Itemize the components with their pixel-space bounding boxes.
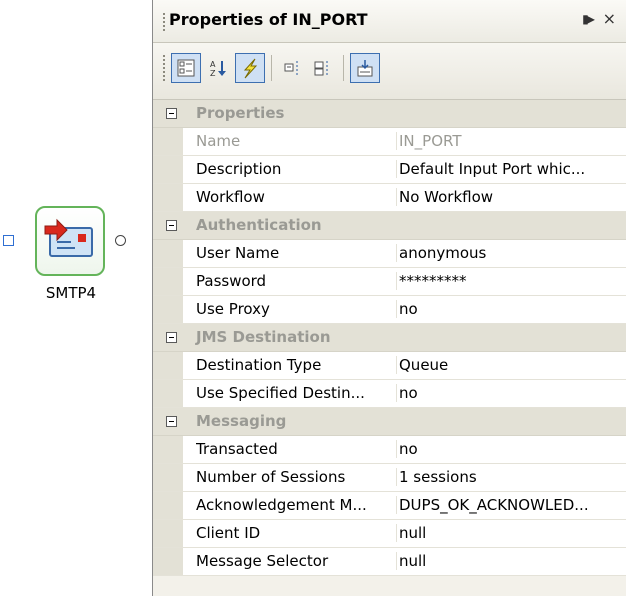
- output-port[interactable]: [115, 235, 126, 246]
- row-gutter: [153, 184, 183, 211]
- row-gutter: [153, 548, 183, 575]
- property-value[interactable]: null: [396, 552, 626, 570]
- collapse-toggle-icon[interactable]: [166, 416, 177, 427]
- row-gutter: [153, 492, 183, 519]
- property-row[interactable]: Client ID null: [153, 520, 626, 548]
- property-value[interactable]: DUPS_OK_ACKNOWLED...: [396, 496, 626, 514]
- property-name: Name: [196, 132, 241, 150]
- svg-text:Z: Z: [210, 69, 216, 78]
- property-name: Password: [196, 272, 267, 290]
- row-gutter: [153, 520, 183, 547]
- sort-az-icon: A Z: [210, 60, 226, 78]
- panel-titlebar: Properties of IN_PORT ▮▶ ×: [153, 0, 626, 43]
- row-gutter: [153, 156, 183, 183]
- toolbar-grip[interactable]: [163, 55, 165, 81]
- drag-grip[interactable]: [163, 13, 167, 31]
- property-value[interactable]: No Workflow: [396, 188, 626, 206]
- collapse-toggle-icon[interactable]: [166, 108, 177, 119]
- property-value[interactable]: IN_PORT: [396, 132, 626, 150]
- toolbar-separator-2: [343, 55, 344, 81]
- categorized-button[interactable]: [171, 53, 201, 83]
- property-name: Client ID: [196, 524, 261, 542]
- row-gutter: [153, 380, 183, 407]
- property-value[interactable]: 1 sessions: [396, 468, 626, 486]
- row-gutter: [153, 268, 183, 295]
- property-value[interactable]: *********: [396, 272, 626, 290]
- property-name: Acknowledgement M...: [196, 496, 367, 514]
- row-gutter: [153, 352, 183, 379]
- input-port[interactable]: [3, 235, 14, 246]
- property-row[interactable]: Acknowledgement M... DUPS_OK_ACKNOWLED...: [153, 492, 626, 520]
- panel-title: Properties of IN_PORT: [169, 10, 368, 29]
- property-name: Transacted: [196, 440, 278, 458]
- collapse-icon: [314, 61, 328, 76]
- property-row[interactable]: Message Selector null: [153, 548, 626, 576]
- alphabetical-button[interactable]: A Z: [203, 53, 233, 83]
- smtp-node[interactable]: [35, 206, 105, 276]
- property-value[interactable]: anonymous: [396, 244, 626, 262]
- property-name: Message Selector: [196, 552, 329, 570]
- property-value[interactable]: Default Input Port whic...: [396, 160, 626, 178]
- expand-button[interactable]: [278, 53, 308, 83]
- collapse-toggle-icon[interactable]: [166, 220, 177, 231]
- property-row[interactable]: Destination Type Queue: [153, 352, 626, 380]
- category-row[interactable]: Messaging: [153, 408, 626, 436]
- category-label: Properties: [196, 104, 285, 122]
- property-row[interactable]: Workflow No Workflow: [153, 184, 626, 212]
- property-name: Use Specified Destin...: [196, 384, 365, 402]
- row-gutter: [153, 464, 183, 491]
- property-name: Workflow: [196, 188, 265, 206]
- property-value[interactable]: no: [396, 300, 626, 318]
- property-name: Destination Type: [196, 356, 322, 374]
- property-grid: Properties Name IN_PORT Description Default …: [153, 100, 626, 576]
- collapse-button[interactable]: [308, 53, 338, 83]
- row-gutter: [153, 296, 183, 323]
- panel-toolbar: A Z: [153, 43, 626, 100]
- property-row[interactable]: Password *********: [153, 268, 626, 296]
- property-row[interactable]: Description Default Input Port whic...: [153, 156, 626, 184]
- property-pages-button[interactable]: [350, 53, 380, 83]
- property-name: Description: [196, 160, 282, 178]
- close-icon[interactable]: ×: [603, 9, 616, 28]
- property-value[interactable]: no: [396, 440, 626, 458]
- categorized-icon: [177, 59, 195, 77]
- property-pages-icon: [357, 60, 373, 77]
- toolbar-separator: [271, 55, 272, 81]
- node-label: SMTP4: [45, 284, 97, 302]
- category-label: Authentication: [196, 216, 322, 234]
- property-row[interactable]: Use Proxy no: [153, 296, 626, 324]
- category-row[interactable]: Properties: [153, 100, 626, 128]
- property-row[interactable]: Number of Sessions 1 sessions: [153, 464, 626, 492]
- property-value[interactable]: no: [396, 384, 626, 402]
- category-row[interactable]: JMS Destination: [153, 324, 626, 352]
- svg-text:A: A: [210, 60, 216, 69]
- events-button[interactable]: [235, 53, 265, 83]
- collapse-toggle-icon[interactable]: [166, 332, 177, 343]
- pin-icon[interactable]: ▮▶: [582, 12, 595, 26]
- row-gutter: [153, 240, 183, 267]
- category-row[interactable]: Authentication: [153, 212, 626, 240]
- property-name: Use Proxy: [196, 300, 270, 318]
- expand-icon: [284, 61, 298, 75]
- lightning-icon: [243, 58, 258, 79]
- property-name: User Name: [196, 244, 280, 262]
- smtp-envelope-icon: [44, 218, 93, 257]
- property-value[interactable]: Queue: [396, 356, 626, 374]
- property-row[interactable]: User Name anonymous: [153, 240, 626, 268]
- category-label: Messaging: [196, 412, 287, 430]
- category-label: JMS Destination: [196, 328, 331, 346]
- property-value[interactable]: null: [396, 524, 626, 542]
- row-gutter: [153, 436, 183, 463]
- property-row[interactable]: Use Specified Destin... no: [153, 380, 626, 408]
- property-row[interactable]: Name IN_PORT: [153, 128, 626, 156]
- property-row[interactable]: Transacted no: [153, 436, 626, 464]
- row-gutter: [153, 128, 183, 155]
- property-name: Number of Sessions: [196, 468, 346, 486]
- properties-panel: Properties of IN_PORT ▮▶ × A Z Propertie…: [152, 0, 626, 596]
